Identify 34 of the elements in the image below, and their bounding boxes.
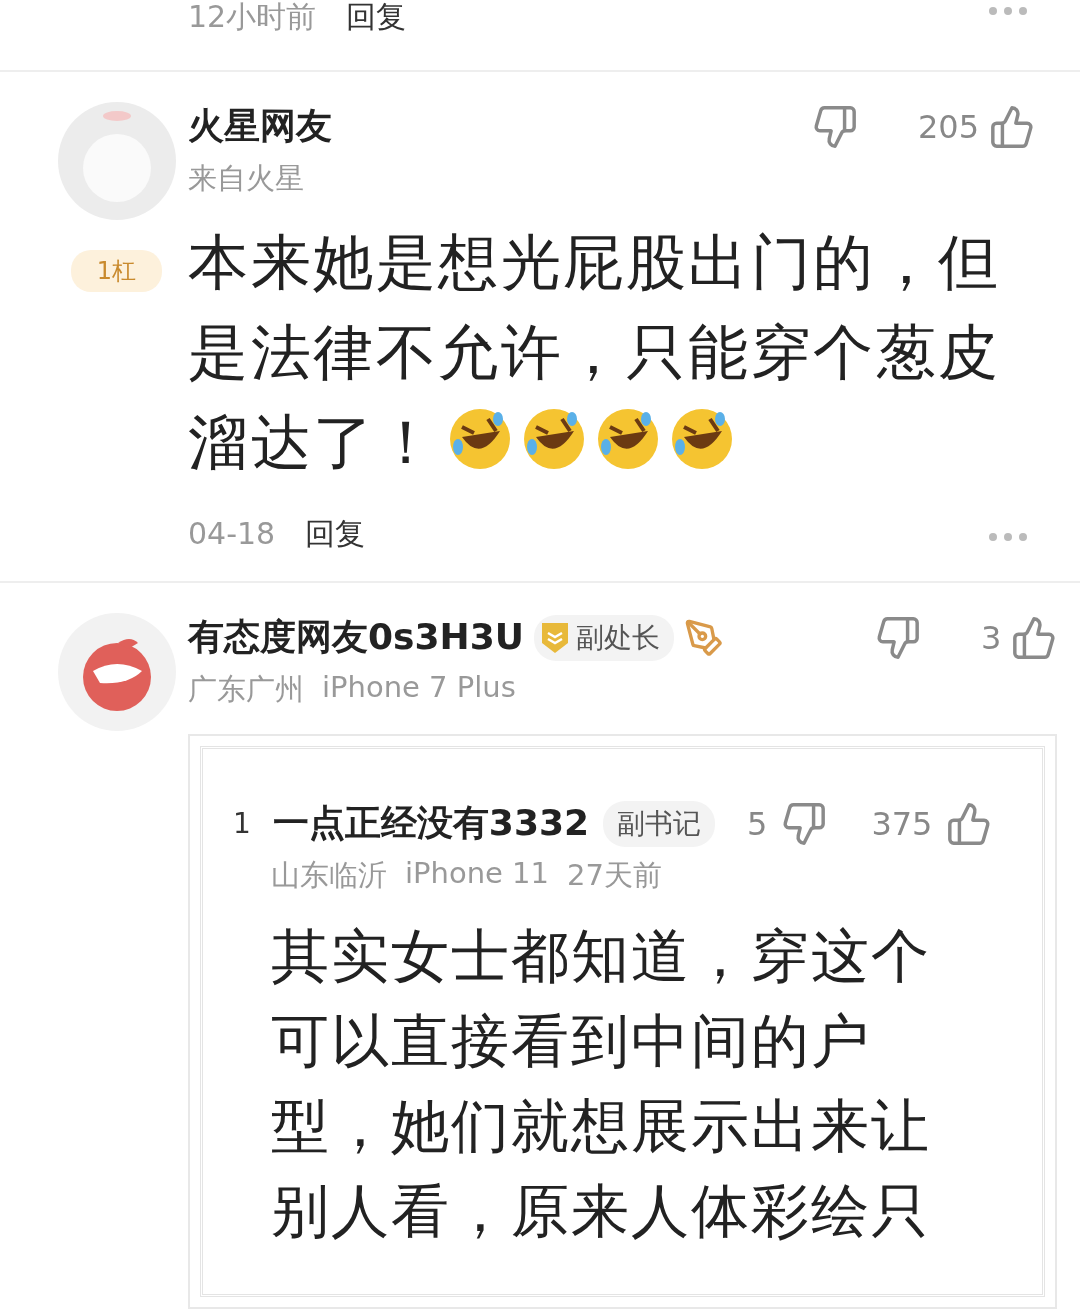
thumbs-down-icon[interactable] xyxy=(875,614,922,661)
user-meta: 27天前 xyxy=(567,857,662,894)
user-meta: 广东广州 xyxy=(188,671,304,708)
rank-badge: 副处长 xyxy=(533,614,674,661)
user-name[interactable]: 一点正经没有3332 xyxy=(272,799,590,848)
rank-badge: 副书记 xyxy=(603,800,716,847)
user-meta: 来自火星 xyxy=(188,160,304,197)
more-icon[interactable] xyxy=(988,6,1028,16)
floor-number: 1 xyxy=(233,807,251,840)
reply-text: 其实女士都知道，穿这个可以直接看到中间的户型，她们就想展示出来让别人看，原来人体彩绘只 xyxy=(271,921,932,1247)
user-meta: 山东临沂 xyxy=(271,857,387,894)
laughing-emoji-icon xyxy=(670,407,734,471)
thumbs-down-icon[interactable] xyxy=(781,800,828,847)
like-count: 375 xyxy=(871,804,933,843)
user-meta: iPhone 11 xyxy=(405,856,549,892)
comment-time: 12小时前 xyxy=(188,0,317,34)
rank-badge: 1杠 xyxy=(70,250,163,292)
dislike-count: 5 xyxy=(747,804,768,843)
pen-icon xyxy=(683,617,724,658)
reply-link[interactable]: 回复 xyxy=(305,517,366,551)
reply-link[interactable]: 回复 xyxy=(346,0,407,34)
more-icon[interactable] xyxy=(988,532,1028,542)
laughing-emoji-icon xyxy=(448,407,512,471)
thumbs-up-icon[interactable] xyxy=(989,103,1035,150)
comment-text: 本来她是想光屁股出门的，但是法律不允许，只能穿个葱皮溜达了！ xyxy=(188,226,1002,479)
laughing-emoji-icon xyxy=(522,407,586,471)
like-count: 205 xyxy=(917,107,979,146)
like-count: 3 xyxy=(981,618,1002,657)
user-name[interactable]: 火星网友 xyxy=(188,102,332,151)
laughing-emoji-icon xyxy=(596,407,660,471)
thumbs-up-icon[interactable] xyxy=(1011,614,1058,661)
user-name[interactable]: 有态度网友0s3H3U xyxy=(188,613,524,662)
comment-time: 04-18 xyxy=(188,517,276,551)
user-meta: iPhone 7 Plus xyxy=(322,670,516,706)
